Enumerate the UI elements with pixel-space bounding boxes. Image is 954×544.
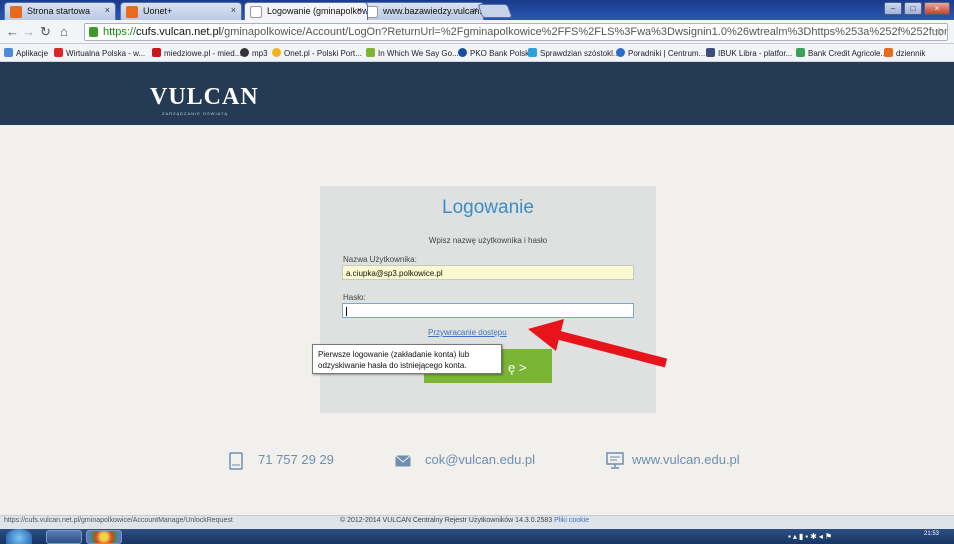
back-arrow-icon[interactable]: ← bbox=[6, 24, 19, 39]
red-arrow-annotation bbox=[528, 319, 668, 368]
recover-tooltip: Pierwsze logowanie (zakładanie konta) lu… bbox=[312, 344, 502, 374]
bookmark-item[interactable]: In Which We Say Go... bbox=[366, 48, 459, 58]
bookmark-item[interactable]: miedziowe.pl - mied... bbox=[152, 48, 241, 58]
status-url: https://cufs.vulcan.net.pl/gminapolkowic… bbox=[4, 517, 233, 524]
flag-icon[interactable]: ⚑ bbox=[825, 532, 834, 541]
bookmark-label: IBUK Libra - platfor... bbox=[718, 49, 793, 58]
url-scheme: https:// bbox=[103, 26, 137, 38]
bookmarks-bar: Aplikacje Wirtualna Polska - w... miedzi… bbox=[0, 44, 954, 62]
bookmark-item[interactable]: IBUK Libra - platfor... bbox=[706, 48, 792, 58]
bookmark-label: Onet.pl - Polski Port... bbox=[284, 49, 362, 58]
bookmark-item[interactable]: Wirtualna Polska - w... bbox=[54, 48, 145, 58]
tab-label: Uonet+ bbox=[143, 6, 173, 16]
username-label: Nazwa Użytkownika: bbox=[343, 255, 417, 264]
chrome-taskbar-icon[interactable] bbox=[86, 530, 122, 544]
browser-toolbar: ← → ↻ ⌂ https://cufs.vulcan.net.pl/gmina… bbox=[0, 20, 954, 44]
cookie-link[interactable]: Pliki cookie bbox=[554, 517, 589, 524]
minimize-button[interactable]: – bbox=[884, 2, 902, 15]
onet-icon bbox=[272, 48, 281, 57]
ibuk-icon bbox=[706, 48, 715, 57]
orange-star-icon bbox=[884, 48, 893, 57]
globe-icon bbox=[616, 48, 625, 57]
login-title: Logowanie bbox=[442, 197, 534, 218]
contact-email[interactable]: cok@vulcan.edu.pl bbox=[425, 452, 535, 467]
bookmark-item[interactable]: PKO Bank Polski bbox=[458, 48, 531, 58]
bookmark-label: dziennik bbox=[896, 49, 926, 58]
taskbar-clock[interactable]: 21:53 bbox=[924, 531, 939, 537]
tray-icon[interactable]: ✱ bbox=[810, 532, 819, 541]
login-subtitle: Wpisz nazwę użytkownika i hasło bbox=[428, 236, 548, 245]
word-taskbar-icon[interactable] bbox=[46, 530, 82, 544]
reload-icon[interactable]: ↻ bbox=[40, 24, 51, 40]
monitor-icon bbox=[606, 452, 624, 469]
close-icon[interactable]: × bbox=[105, 5, 110, 15]
bookmark-item[interactable]: Aplikacje bbox=[4, 48, 48, 58]
mp3-icon bbox=[240, 48, 249, 57]
bookmark-label: Bank Credit Agricole... bbox=[808, 49, 888, 58]
forward-arrow-icon[interactable]: → bbox=[22, 24, 35, 39]
tab-strona-startowa[interactable]: Strona startowa × bbox=[4, 2, 116, 20]
bookmark-item[interactable]: Sprawdzian szóstokl... bbox=[528, 48, 620, 58]
home-icon[interactable]: ⌂ bbox=[60, 24, 68, 39]
copyright-text: © 2012-2014 VULCAN Centralny Rejestr Uży… bbox=[340, 517, 553, 524]
bookmark-label: mp3 bbox=[252, 49, 268, 58]
url-path: /gminapolkowice/Account/LogOn?ReturnUrl=… bbox=[221, 26, 947, 38]
copyright-footer: © 2012-2014 VULCAN Centralny Rejestr Uży… bbox=[340, 517, 589, 524]
maximize-button[interactable]: □ bbox=[904, 2, 922, 15]
bookmark-item[interactable]: Onet.pl - Polski Port... bbox=[272, 48, 362, 58]
puzzle-icon bbox=[528, 48, 537, 57]
page-icon bbox=[250, 6, 262, 18]
text-caret bbox=[346, 307, 347, 316]
bookmark-label: In Which We Say Go... bbox=[378, 49, 459, 58]
windows-start-icon[interactable] bbox=[6, 529, 32, 544]
bookmark-label: Poradniki | Centrum... bbox=[628, 49, 706, 58]
pko-icon bbox=[458, 48, 467, 57]
bookmark-label: PKO Bank Polski bbox=[470, 49, 531, 58]
envelope-icon bbox=[395, 455, 411, 467]
close-icon[interactable]: × bbox=[357, 5, 362, 15]
leaf-icon bbox=[366, 48, 375, 57]
close-icon[interactable]: × bbox=[473, 5, 478, 15]
orange-star-icon bbox=[10, 6, 22, 18]
bookmark-label: Sprawdzian szóstokl... bbox=[540, 49, 620, 58]
credit-agricole-icon bbox=[796, 48, 805, 57]
bookmark-star-icon[interactable]: ☆ bbox=[933, 25, 944, 39]
window-close-button[interactable]: × bbox=[924, 2, 950, 15]
bookmark-item[interactable]: dziennik bbox=[884, 48, 925, 58]
tab-bazawiedzy[interactable]: www.bazawiedzy.vulcan.c × bbox=[360, 2, 484, 20]
system-tray: ▪▴▮▪✱◂⚑ bbox=[788, 532, 834, 541]
username-field[interactable]: a.ciupka@sp3.polkowice.pl bbox=[342, 265, 634, 280]
window-controls: – □ × bbox=[884, 2, 950, 15]
wp-icon bbox=[54, 48, 63, 57]
password-label: Hasło: bbox=[343, 293, 366, 302]
site-header bbox=[0, 62, 954, 125]
bookmark-label: Wirtualna Polska - w... bbox=[66, 49, 146, 58]
contact-website[interactable]: www.vulcan.edu.pl bbox=[632, 452, 740, 467]
address-bar[interactable]: https://cufs.vulcan.net.pl/gminapolkowic… bbox=[84, 23, 948, 41]
lock-icon bbox=[89, 27, 98, 37]
close-icon[interactable]: × bbox=[231, 5, 236, 15]
tab-label: Strona startowa bbox=[27, 6, 91, 16]
orange-star-icon bbox=[126, 6, 138, 18]
url-host: cufs.vulcan.net.pl bbox=[136, 26, 222, 38]
bookmark-item[interactable]: mp3 bbox=[240, 48, 268, 58]
tab-uonet[interactable]: Uonet+ × bbox=[120, 2, 242, 20]
logo-subtitle: ZARZĄDZANIE OŚWIATĄ bbox=[162, 111, 229, 116]
bookmark-label: miedziowe.pl - mied... bbox=[164, 49, 242, 58]
tab-label: www.bazawiedzy.vulcan.c bbox=[383, 6, 484, 16]
bookmark-item[interactable]: Bank Credit Agricole... bbox=[796, 48, 887, 58]
new-tab-button[interactable] bbox=[477, 4, 513, 18]
phone-icon bbox=[229, 452, 243, 470]
recover-access-link[interactable]: Przywracanie dostępu bbox=[428, 328, 507, 337]
tab-logowanie[interactable]: Logowanie (gminapolkow × bbox=[244, 2, 368, 20]
bookmark-item[interactable]: Poradniki | Centrum... bbox=[616, 48, 705, 58]
contact-phone: 71 757 29 29 bbox=[258, 452, 334, 467]
vulcan-logo[interactable]: VULCAN bbox=[150, 84, 259, 111]
apps-grid-icon bbox=[4, 48, 13, 57]
miedziowe-icon bbox=[152, 48, 161, 57]
tab-label: Logowanie (gminapolkow bbox=[267, 6, 368, 16]
bookmark-label: Aplikacje bbox=[16, 49, 49, 58]
